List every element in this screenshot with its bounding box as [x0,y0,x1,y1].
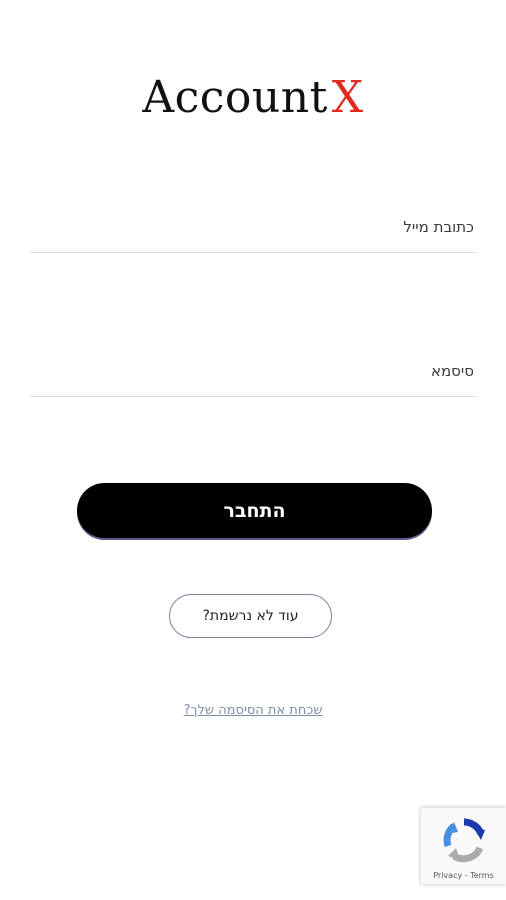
recaptcha-icon [443,818,485,863]
app-logo: AccountX [0,70,506,126]
recaptcha-badge[interactable]: Privacy - Terms [421,808,506,884]
recaptcha-separator: - [462,871,471,880]
login-page: AccountX התחבר עוד לא נרשמת? שכחת את הסי… [0,0,506,900]
logo-mark-text: X [331,72,364,123]
forgot-password-link[interactable]: שכחת את הסיסמה שלך? [0,703,506,718]
recaptcha-links: Privacy - Terms [421,871,506,880]
recaptcha-privacy-link[interactable]: Privacy [433,871,462,880]
password-input[interactable] [30,346,476,396]
logo-brand-text: Account [142,72,328,123]
recaptcha-terms-link[interactable]: Terms [470,871,494,880]
email-input[interactable] [30,202,476,252]
register-button[interactable]: עוד לא נרשמת? [169,594,332,638]
email-field-container [30,202,476,253]
password-field-container [30,346,476,397]
login-button[interactable]: התחבר [77,483,432,538]
